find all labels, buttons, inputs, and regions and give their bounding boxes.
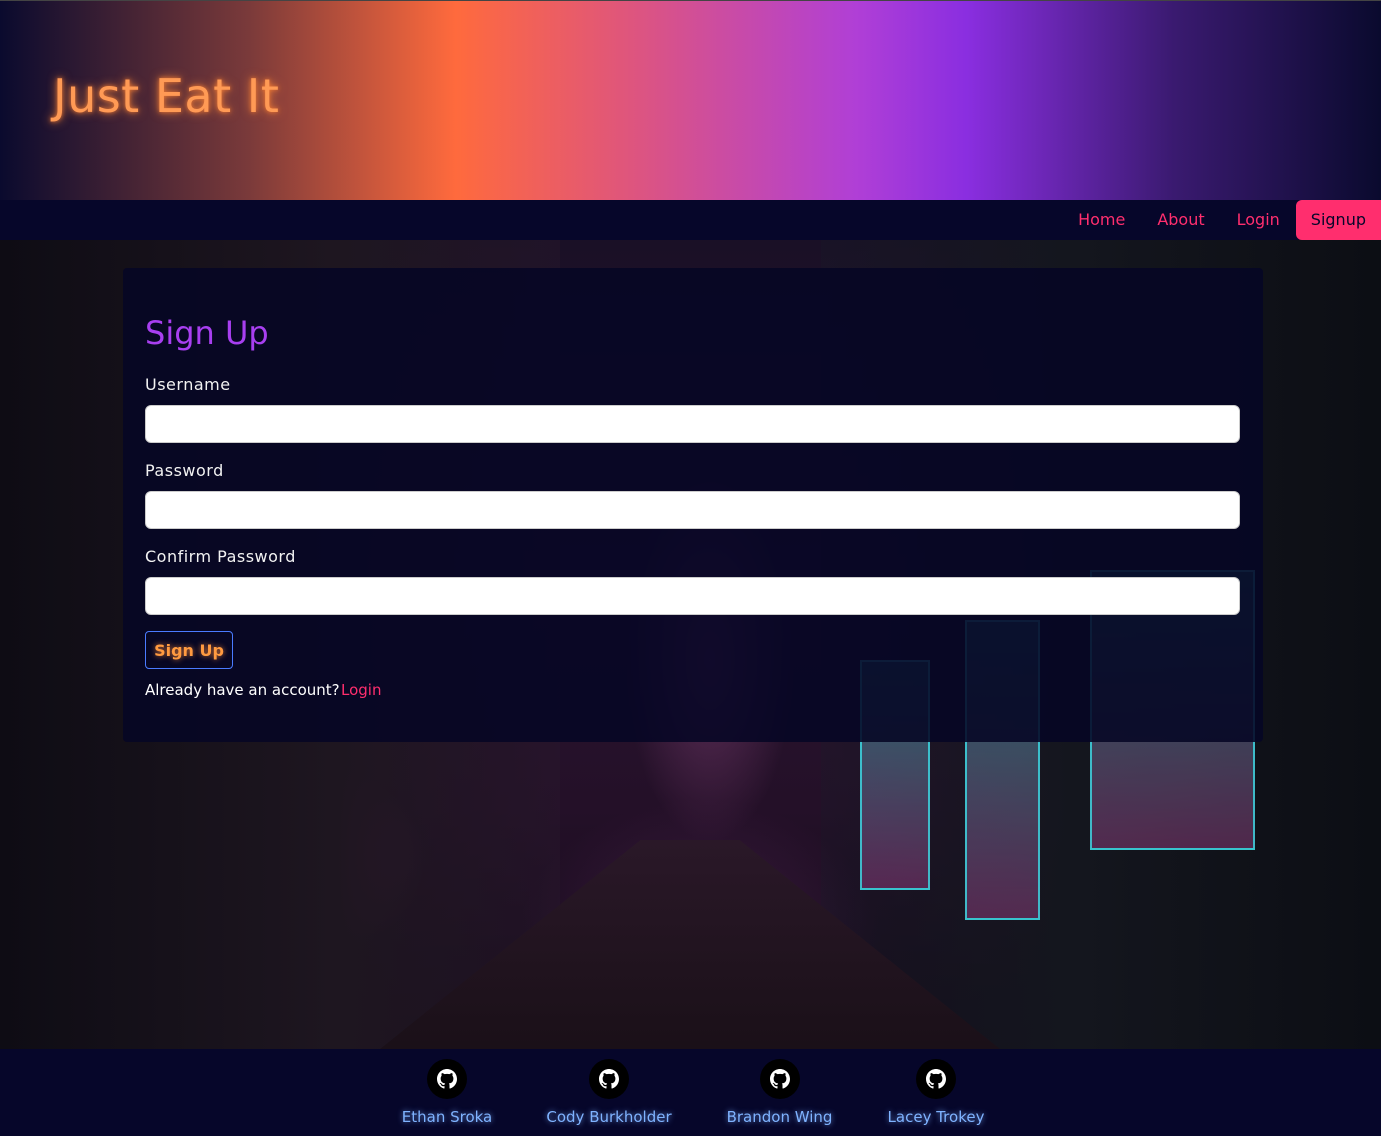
developer-name: Lacey Trokey bbox=[887, 1108, 985, 1126]
nav-home-link[interactable]: Home bbox=[1062, 200, 1141, 240]
developer-name: Ethan Sroka bbox=[401, 1108, 493, 1126]
site-title: Just Eat It bbox=[53, 69, 280, 123]
developer-link[interactable]: Cody Burkholder bbox=[546, 1059, 672, 1126]
nav-links: Home About Login Signup bbox=[1062, 200, 1381, 240]
confirm-password-label: Confirm Password bbox=[145, 547, 296, 566]
developer-link[interactable]: Lacey Trokey bbox=[887, 1059, 985, 1126]
nav-signup-link[interactable]: Signup bbox=[1295, 200, 1381, 240]
site-header: Just Eat It bbox=[0, 0, 1381, 200]
developer-name: Brandon Wing bbox=[726, 1108, 833, 1126]
github-icon bbox=[427, 1059, 467, 1099]
developer-link[interactable]: Ethan Sroka bbox=[401, 1059, 493, 1126]
signup-card: Sign Up Username Password Confirm Passwo… bbox=[123, 268, 1263, 742]
signup-button[interactable]: Sign Up bbox=[145, 631, 233, 669]
password-input[interactable] bbox=[145, 491, 1240, 529]
username-input[interactable] bbox=[145, 405, 1240, 443]
login-link[interactable]: Login bbox=[341, 681, 381, 699]
github-icon bbox=[759, 1059, 800, 1099]
already-have-account-text: Already have an account? bbox=[145, 681, 340, 699]
confirm-password-input[interactable] bbox=[145, 577, 1240, 615]
navbar: Home About Login Signup bbox=[0, 200, 1381, 240]
github-icon bbox=[589, 1059, 629, 1099]
username-label: Username bbox=[145, 375, 231, 394]
developer-link[interactable]: Brandon Wing bbox=[727, 1059, 832, 1126]
nav-login-link[interactable]: Login bbox=[1221, 200, 1296, 240]
password-label: Password bbox=[145, 461, 224, 480]
page-title: Sign Up bbox=[145, 314, 269, 352]
nav-about-link[interactable]: About bbox=[1141, 200, 1220, 240]
footer: Ethan Sroka Cody Burkholder Brandon Wing… bbox=[0, 1049, 1381, 1136]
developer-name: Cody Burkholder bbox=[546, 1108, 672, 1126]
github-icon bbox=[916, 1059, 956, 1099]
